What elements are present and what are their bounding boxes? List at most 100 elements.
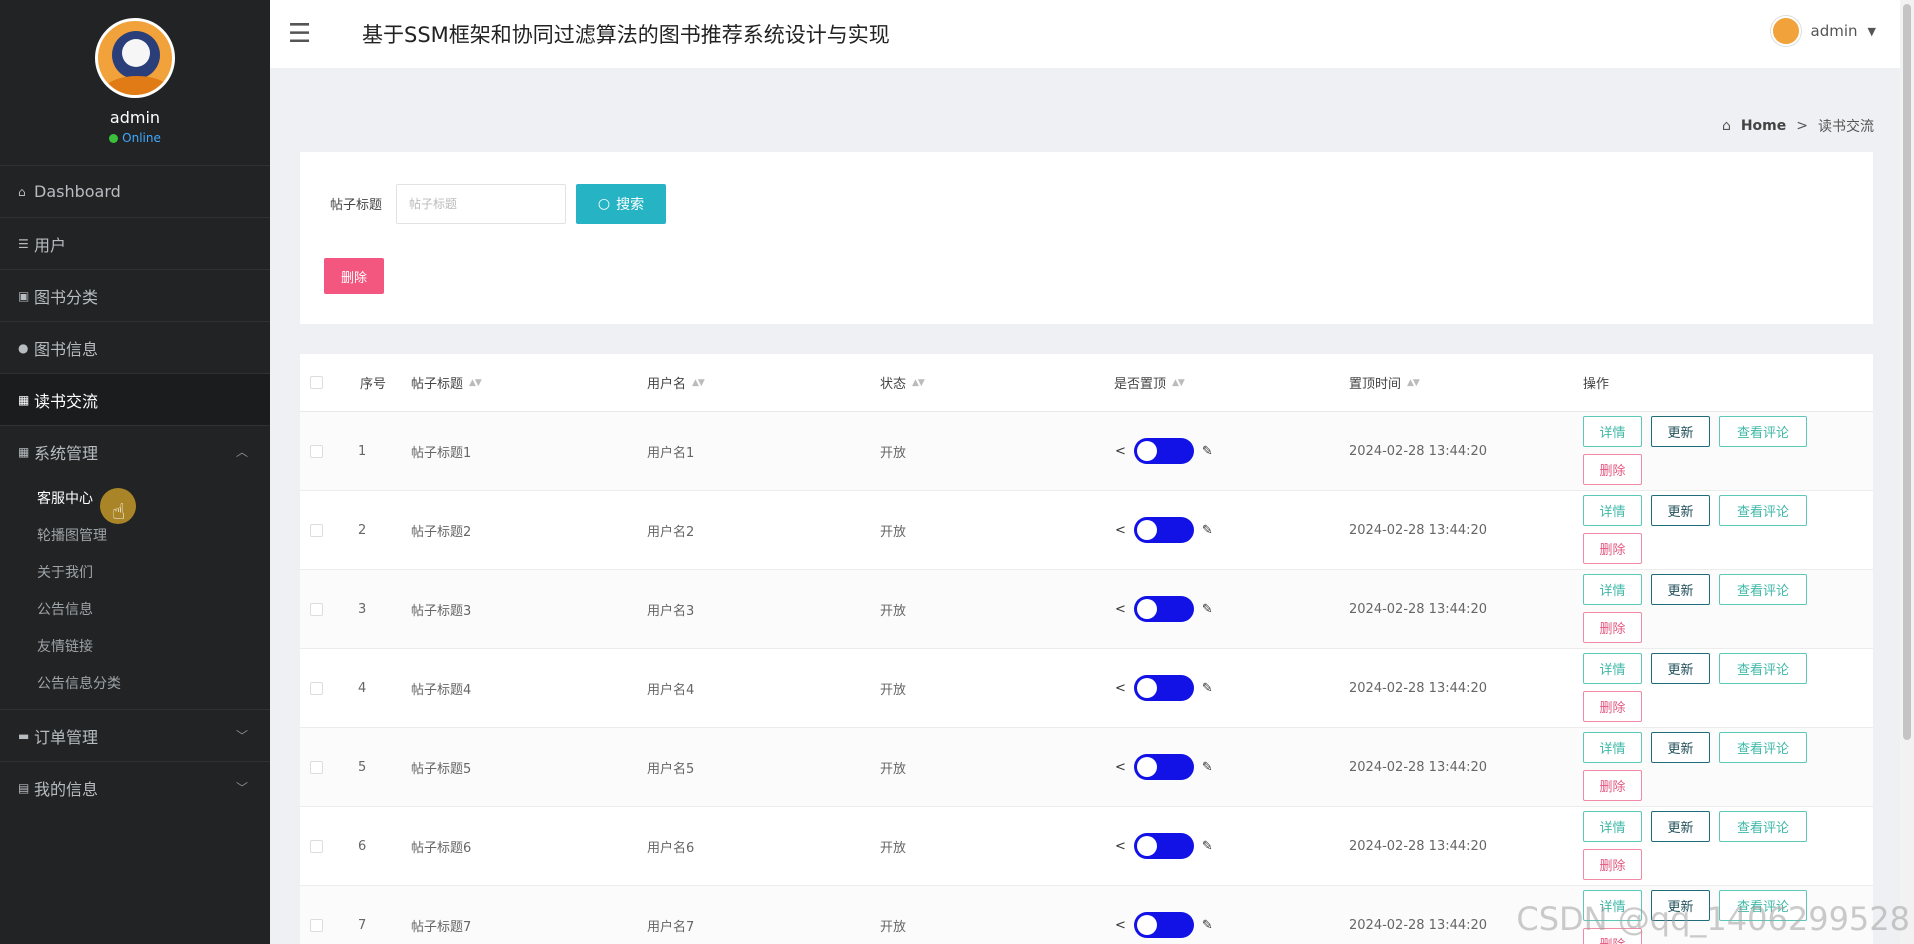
update-button[interactable]: 更新	[1651, 574, 1710, 605]
sidebar-item-system-management[interactable]: ▦ 系统管理 ︿	[0, 425, 270, 477]
update-button[interactable]: 更新	[1651, 416, 1710, 447]
scrollbar-thumb[interactable]	[1903, 4, 1911, 740]
row-checkbox[interactable]	[310, 444, 323, 458]
delete-button[interactable]: 删除	[1583, 849, 1642, 880]
cell-title: 帖子标题7	[411, 919, 472, 935]
delete-button[interactable]: 删除	[1583, 533, 1642, 564]
top-toggle[interactable]	[1133, 438, 1194, 464]
sort-icon[interactable]: ▲▼	[469, 378, 482, 388]
edit-icon: ✎	[1201, 522, 1213, 538]
sidebar-item-book-info[interactable]: ● 图书信息	[0, 321, 270, 373]
sidebar-item-my-info[interactable]: ▤ 我的信息 ﹀	[0, 761, 270, 813]
sidebar-subitem-notice-category[interactable]: 公告信息分类	[0, 666, 270, 703]
cell-index: 3	[358, 601, 367, 617]
chevron-down-icon: ▼	[1867, 24, 1876, 38]
sidebar-subitem-links[interactable]: 友情链接	[0, 629, 270, 666]
sidebar-item-book-category[interactable]: ▣ 图书分类	[0, 269, 270, 321]
view-comments-button[interactable]: 查看评论	[1719, 574, 1807, 605]
view-comments-button[interactable]: 查看评论	[1719, 732, 1807, 763]
col-header-status[interactable]: 状态	[880, 373, 906, 392]
batch-delete-button[interactable]: 删除	[324, 258, 384, 294]
cell-index: 7	[358, 917, 367, 933]
select-all-checkbox[interactable]	[310, 376, 323, 389]
row-checkbox[interactable]	[310, 602, 323, 616]
sidebar-subitem-carousel[interactable]: 轮播图管理	[0, 518, 270, 555]
status-badge: Online	[109, 131, 161, 145]
card-icon: ▤	[18, 780, 30, 795]
view-comments-button[interactable]: 查看评论	[1719, 416, 1807, 447]
detail-button[interactable]: 详情	[1583, 653, 1642, 684]
edit-icon: ✎	[1201, 443, 1213, 459]
edit-icon: ✎	[1201, 680, 1213, 696]
top-toggle[interactable]	[1133, 912, 1194, 938]
avatar[interactable]	[95, 18, 175, 98]
search-button[interactable]: ○ 搜索	[576, 184, 666, 224]
row-actions: 详情 更新 查看评论 删除	[1583, 653, 1823, 722]
sidebar-item-users[interactable]: ☰ 用户	[0, 217, 270, 269]
sidebar-item-dashboard[interactable]: ⌂ Dashboard	[0, 165, 270, 217]
row-checkbox[interactable]	[310, 839, 323, 853]
hand-cursor-icon: ☝	[112, 500, 126, 525]
edit-icon: ✎	[1201, 601, 1213, 617]
breadcrumb-home[interactable]: Home	[1741, 118, 1786, 134]
cell-user: 用户名6	[647, 840, 695, 856]
cell-user: 用户名1	[647, 445, 695, 461]
detail-button[interactable]: 详情	[1583, 811, 1642, 842]
update-button[interactable]: 更新	[1651, 732, 1710, 763]
sort-icon[interactable]: ▲▼	[692, 378, 705, 388]
search-icon: ○	[597, 196, 611, 212]
edit-icon: ✎	[1201, 838, 1213, 854]
update-button[interactable]: 更新	[1651, 653, 1710, 684]
user-menu[interactable]: admin ▼	[1770, 16, 1876, 46]
detail-button[interactable]: 详情	[1583, 574, 1642, 605]
view-comments-button[interactable]: 查看评论	[1719, 495, 1807, 526]
cell-status: 开放	[880, 524, 907, 540]
share-icon: <	[1115, 917, 1126, 933]
sidebar-item-reading-forum[interactable]: ▦ 读书交流	[0, 373, 270, 425]
row-checkbox[interactable]	[310, 760, 323, 774]
row-checkbox[interactable]	[310, 523, 323, 537]
row-checkbox[interactable]	[310, 681, 323, 695]
col-header-top[interactable]: 是否置顶	[1114, 373, 1166, 392]
detail-button[interactable]: 详情	[1583, 732, 1642, 763]
sidebar-item-orders[interactable]: ▬ 订单管理 ﹀	[0, 709, 270, 761]
sort-icon[interactable]: ▲▼	[912, 378, 925, 388]
chevron-down-icon: ﹀	[235, 781, 248, 795]
top-toggle[interactable]	[1133, 833, 1194, 859]
avatar	[1770, 16, 1801, 46]
col-header-user[interactable]: 用户名	[647, 373, 686, 392]
top-toggle[interactable]	[1133, 754, 1194, 780]
chevron-up-icon: ︿	[235, 445, 248, 459]
row-actions: 详情 更新 查看评论 删除	[1583, 495, 1823, 564]
view-comments-button[interactable]: 查看评论	[1719, 653, 1807, 684]
delete-button[interactable]: 删除	[1583, 770, 1642, 801]
table-header: 序号 帖子标题 ▲▼ 用户名 ▲▼ 状态 ▲▼ 是否置顶 ▲▼ 置顶时间 ▲▼ 操作	[300, 354, 1873, 412]
page-scrollbar[interactable]	[1900, 0, 1914, 944]
share-icon: <	[1115, 443, 1126, 459]
top-toggle[interactable]	[1133, 517, 1194, 543]
sidebar-subitem-about[interactable]: 关于我们	[0, 555, 270, 592]
col-header-top-time[interactable]: 置顶时间	[1349, 373, 1401, 392]
table-row: 6 帖子标题6 用户名6 开放 < ✎ 2024-02-28 13:44:20 …	[300, 807, 1873, 886]
col-header-title[interactable]: 帖子标题	[411, 373, 463, 392]
update-button[interactable]: 更新	[1651, 811, 1710, 842]
sort-icon[interactable]: ▲▼	[1172, 378, 1185, 388]
top-toggle[interactable]	[1133, 675, 1194, 701]
top-toggle[interactable]	[1133, 596, 1194, 622]
row-checkbox[interactable]	[310, 918, 323, 932]
sidebar-subitem-notice[interactable]: 公告信息	[0, 592, 270, 629]
delete-button[interactable]: 删除	[1583, 612, 1642, 643]
search-input[interactable]: 帖子标题	[396, 184, 566, 224]
view-comments-button[interactable]: 查看评论	[1719, 811, 1807, 842]
detail-button[interactable]: 详情	[1583, 416, 1642, 447]
delete-button[interactable]: 删除	[1583, 454, 1642, 485]
delete-button[interactable]: 删除	[1583, 691, 1642, 722]
cell-index: 5	[358, 759, 367, 775]
detail-button[interactable]: 详情	[1583, 495, 1642, 526]
update-button[interactable]: 更新	[1651, 495, 1710, 526]
breadcrumb-separator: >	[1796, 118, 1808, 134]
sort-icon[interactable]: ▲▼	[1407, 378, 1420, 388]
menu-toggle-icon[interactable]: ☰	[288, 19, 311, 49]
data-table: 序号 帖子标题 ▲▼ 用户名 ▲▼ 状态 ▲▼ 是否置顶 ▲▼ 置顶时间 ▲▼ 操作 1 …	[300, 354, 1873, 944]
cell-status: 开放	[880, 840, 907, 856]
